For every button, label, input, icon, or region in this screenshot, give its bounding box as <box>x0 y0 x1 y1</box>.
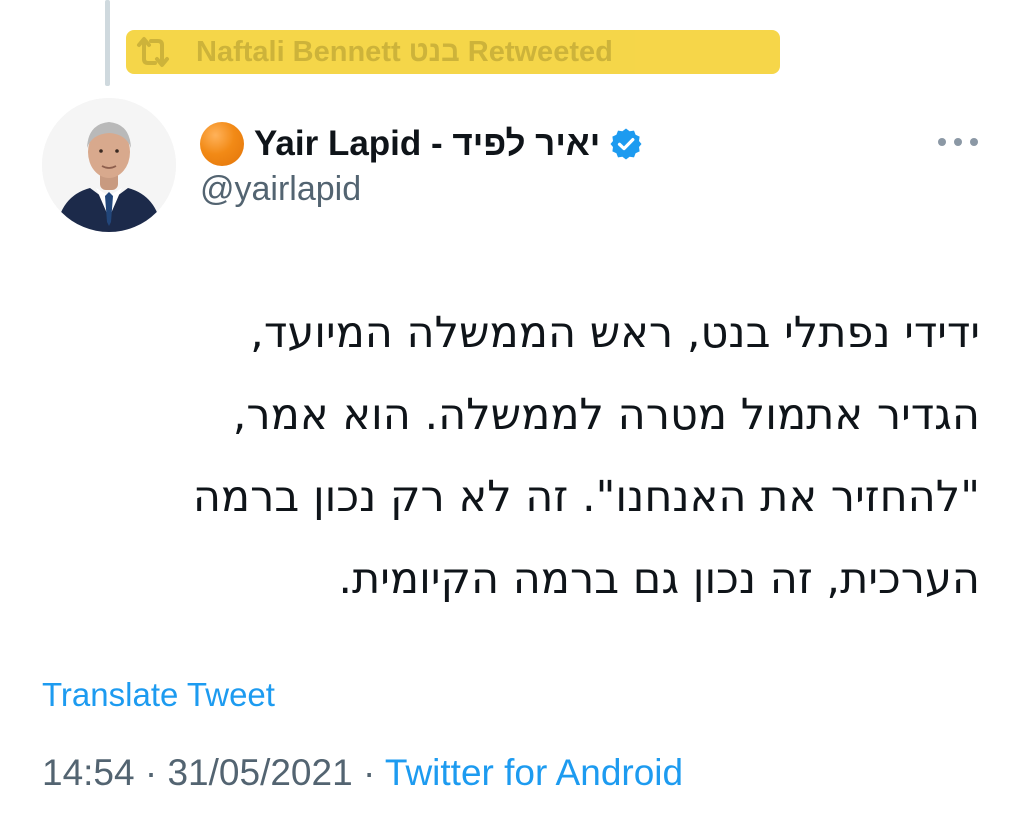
author-display-name[interactable]: Yair Lapid - יאיר לפיד <box>254 124 600 164</box>
tweet-date[interactable]: 31/05/2021 <box>167 752 352 793</box>
more-options-icon[interactable] <box>938 130 978 154</box>
verified-badge-icon <box>609 127 643 161</box>
meta-separator: · <box>362 752 376 793</box>
tweet-text-line: "להחזיר את האנחנו". זה לא רק נכון ברמה <box>192 472 980 522</box>
retweet-label: Naftali Bennett בנט Retweeted <box>196 35 613 68</box>
meta-separator: · <box>144 752 158 793</box>
thread-connector-line <box>105 0 110 86</box>
tweet-text-line: ידידי נפתלי בנט, ראש הממשלה המיועד, <box>250 308 980 358</box>
tweet-source-link[interactable]: Twitter for Android <box>385 752 683 793</box>
avatar[interactable] <box>42 98 176 232</box>
tweet-text-line: הערכית, זה נכון גם ברמה הקיומית. <box>338 554 980 604</box>
retweet-indicator[interactable]: Naftali Bennett בנט Retweeted <box>126 30 780 74</box>
author-handle[interactable]: @yairlapid <box>200 170 361 209</box>
translate-tweet-link[interactable]: Translate Tweet <box>42 676 275 714</box>
author-name-row[interactable]: Yair Lapid - יאיר לפיד <box>200 118 643 170</box>
tweet-metadata: 14:54 · 31/05/2021 · Twitter for Android <box>42 752 683 794</box>
tweet-text-line: הגדיר אתמול מטרה לממשלה. הוא אמר, <box>232 390 980 440</box>
retweet-icon <box>130 30 176 74</box>
tweet-text: ידידי נפתלי בנט, ראש הממשלה המיועד, הגדי… <box>40 292 980 620</box>
tweet-time[interactable]: 14:54 <box>42 752 135 793</box>
orange-circle-icon <box>200 122 244 166</box>
